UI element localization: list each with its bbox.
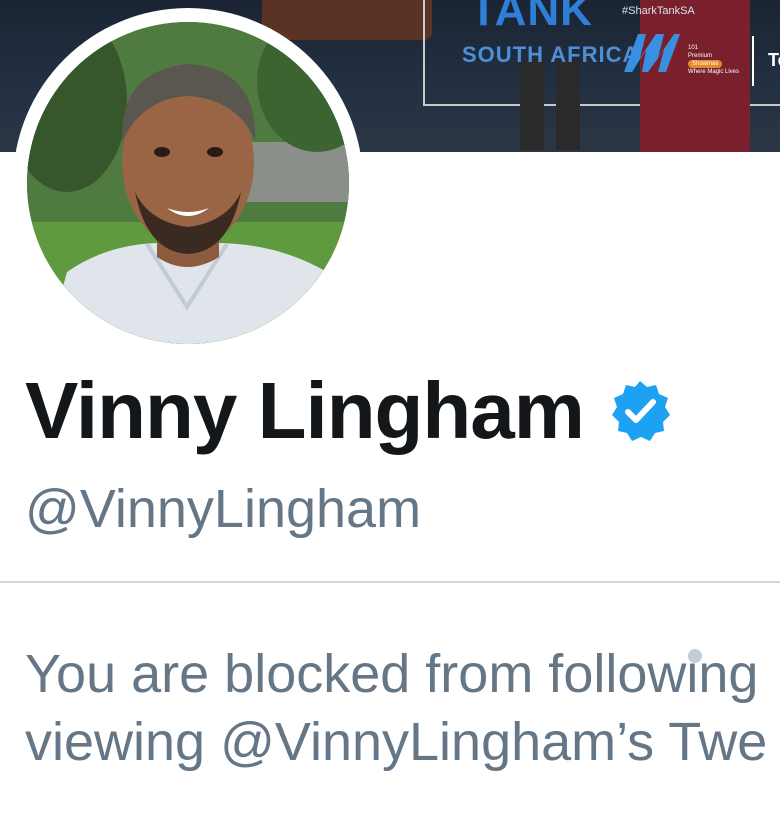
mnet-logo-icon	[624, 34, 680, 72]
channel-tier: Premium	[688, 53, 713, 59]
banner-show-subtitle: SOUTH AFRICA	[462, 42, 640, 67]
channel-number: 101	[688, 45, 699, 51]
profile-photo-icon	[27, 22, 349, 344]
banner-legs	[520, 60, 580, 150]
avatar-photo	[27, 22, 349, 344]
banner-figure	[640, 0, 750, 152]
channel-name: Showmax	[688, 60, 723, 68]
blocked-notice-line1: You are blocked from following	[25, 644, 759, 704]
blocked-notice-line2: viewing @VinnyLingham’s Twe	[25, 712, 768, 772]
banner-channel: 101 Premium Showmax Where Magic Lives	[688, 44, 739, 76]
divider	[0, 581, 780, 583]
blocked-notice: You are blocked from following viewing @…	[25, 640, 780, 776]
channel-tagline: Where Magic Lives	[688, 69, 740, 75]
banner-hashtag: #SharkTankSA	[622, 5, 695, 17]
profile-name-row: Vinny Lingham	[25, 366, 672, 456]
profile-name: Vinny Lingham	[25, 366, 585, 455]
verified-badge-icon	[611, 381, 670, 441]
banner-show-title: TANK	[470, 0, 593, 35]
banner-corner-text: Te	[752, 36, 780, 86]
avatar[interactable]	[13, 8, 363, 358]
profile-handle: @VinnyLingham	[25, 479, 422, 539]
scroll-indicator-dot	[688, 649, 702, 663]
